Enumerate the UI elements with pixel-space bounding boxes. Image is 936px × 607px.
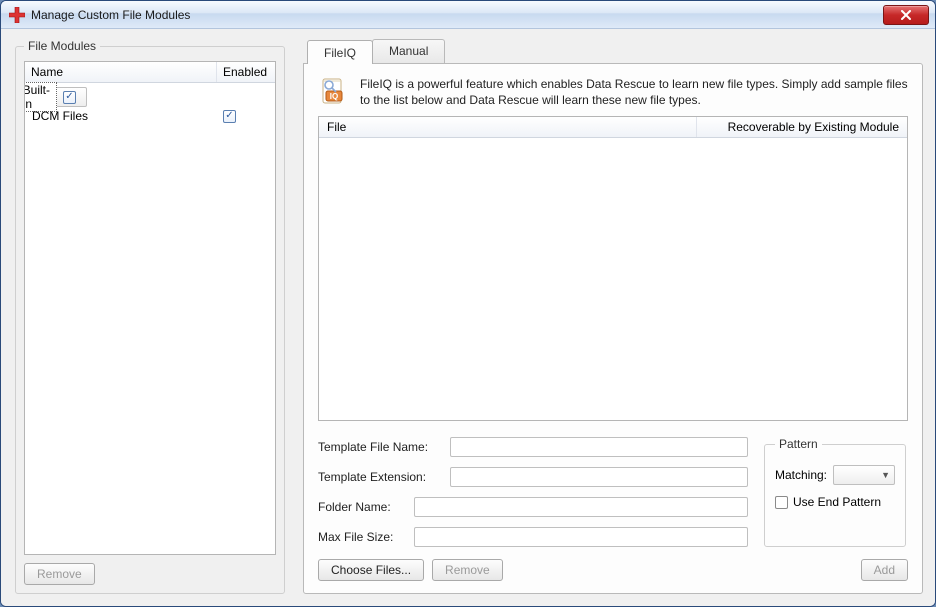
- template-extension-input[interactable]: [450, 467, 748, 487]
- svg-text:IQ: IQ: [330, 92, 338, 101]
- chevron-down-icon: ▼: [881, 470, 890, 480]
- tabstrip: FileIQ Manual: [303, 39, 923, 63]
- file-list[interactable]: File Recoverable by Existing Module: [318, 116, 908, 421]
- tab-fileiq[interactable]: FileIQ: [307, 40, 373, 64]
- matching-label: Matching:: [775, 468, 827, 482]
- max-file-size-input[interactable]: [414, 527, 748, 547]
- file-module-row[interactable]: Built-in ✓: [25, 87, 87, 107]
- col-file[interactable]: File: [319, 117, 697, 137]
- window-title: Manage Custom File Modules: [31, 8, 883, 22]
- info-banner: IQ FileIQ is a powerful feature which en…: [318, 76, 908, 108]
- folder-name-input[interactable]: [414, 497, 748, 517]
- template-file-name-label: Template File Name:: [318, 440, 444, 454]
- pattern-legend: Pattern: [775, 437, 822, 451]
- template-extension-label: Template Extension:: [318, 470, 444, 484]
- tabpanel-fileiq: IQ FileIQ is a powerful feature which en…: [303, 63, 923, 594]
- titlebar[interactable]: Manage Custom File Modules: [1, 1, 935, 29]
- col-recoverable[interactable]: Recoverable by Existing Module: [697, 117, 907, 137]
- file-modules-list[interactable]: Name Enabled Built-in ✓ DCM Files ✓: [24, 61, 276, 555]
- module-enabled-checkbox[interactable]: ✓: [63, 91, 76, 104]
- pattern-group: Pattern Matching: ▼ Use End Pattern: [764, 437, 906, 547]
- module-enabled-checkbox[interactable]: ✓: [223, 110, 236, 123]
- close-button[interactable]: [883, 5, 929, 25]
- fileiq-icon: IQ: [318, 76, 350, 108]
- app-icon: [9, 7, 25, 23]
- matching-select[interactable]: ▼: [833, 465, 895, 485]
- tab-manual[interactable]: Manual: [372, 39, 445, 63]
- col-enabled[interactable]: Enabled: [217, 62, 275, 82]
- client-area: File Modules Name Enabled Built-in ✓ DCM…: [1, 29, 935, 606]
- module-name: DCM Files: [25, 108, 217, 124]
- form-area: Template File Name: Template Extension: …: [318, 437, 908, 547]
- remove-file-button[interactable]: Remove: [432, 559, 503, 581]
- buttons-row: Choose Files... Remove Add: [318, 559, 908, 581]
- file-modules-header: Name Enabled: [25, 62, 275, 83]
- template-file-name-input[interactable]: [450, 437, 748, 457]
- info-text: FileIQ is a powerful feature which enabl…: [360, 76, 908, 108]
- remove-module-button[interactable]: Remove: [24, 563, 95, 585]
- file-module-row[interactable]: DCM Files ✓: [25, 107, 275, 125]
- add-button[interactable]: Add: [861, 559, 908, 581]
- file-modules-legend: File Modules: [24, 39, 100, 53]
- file-modules-group: File Modules Name Enabled Built-in ✓ DCM…: [15, 39, 285, 594]
- max-file-size-label: Max File Size:: [318, 530, 408, 544]
- form-left: Template File Name: Template Extension: …: [318, 437, 748, 547]
- use-end-pattern-checkbox[interactable]: [775, 496, 788, 509]
- file-list-header: File Recoverable by Existing Module: [319, 117, 907, 138]
- file-modules-rows: Built-in ✓ DCM Files ✓: [25, 83, 275, 554]
- choose-files-button[interactable]: Choose Files...: [318, 559, 424, 581]
- col-name[interactable]: Name: [25, 62, 217, 82]
- folder-name-label: Folder Name:: [318, 500, 408, 514]
- dialog-window: Manage Custom File Modules File Modules …: [0, 0, 936, 607]
- right-panel: FileIQ Manual IQ FileI: [303, 39, 923, 594]
- use-end-pattern-label: Use End Pattern: [793, 495, 881, 509]
